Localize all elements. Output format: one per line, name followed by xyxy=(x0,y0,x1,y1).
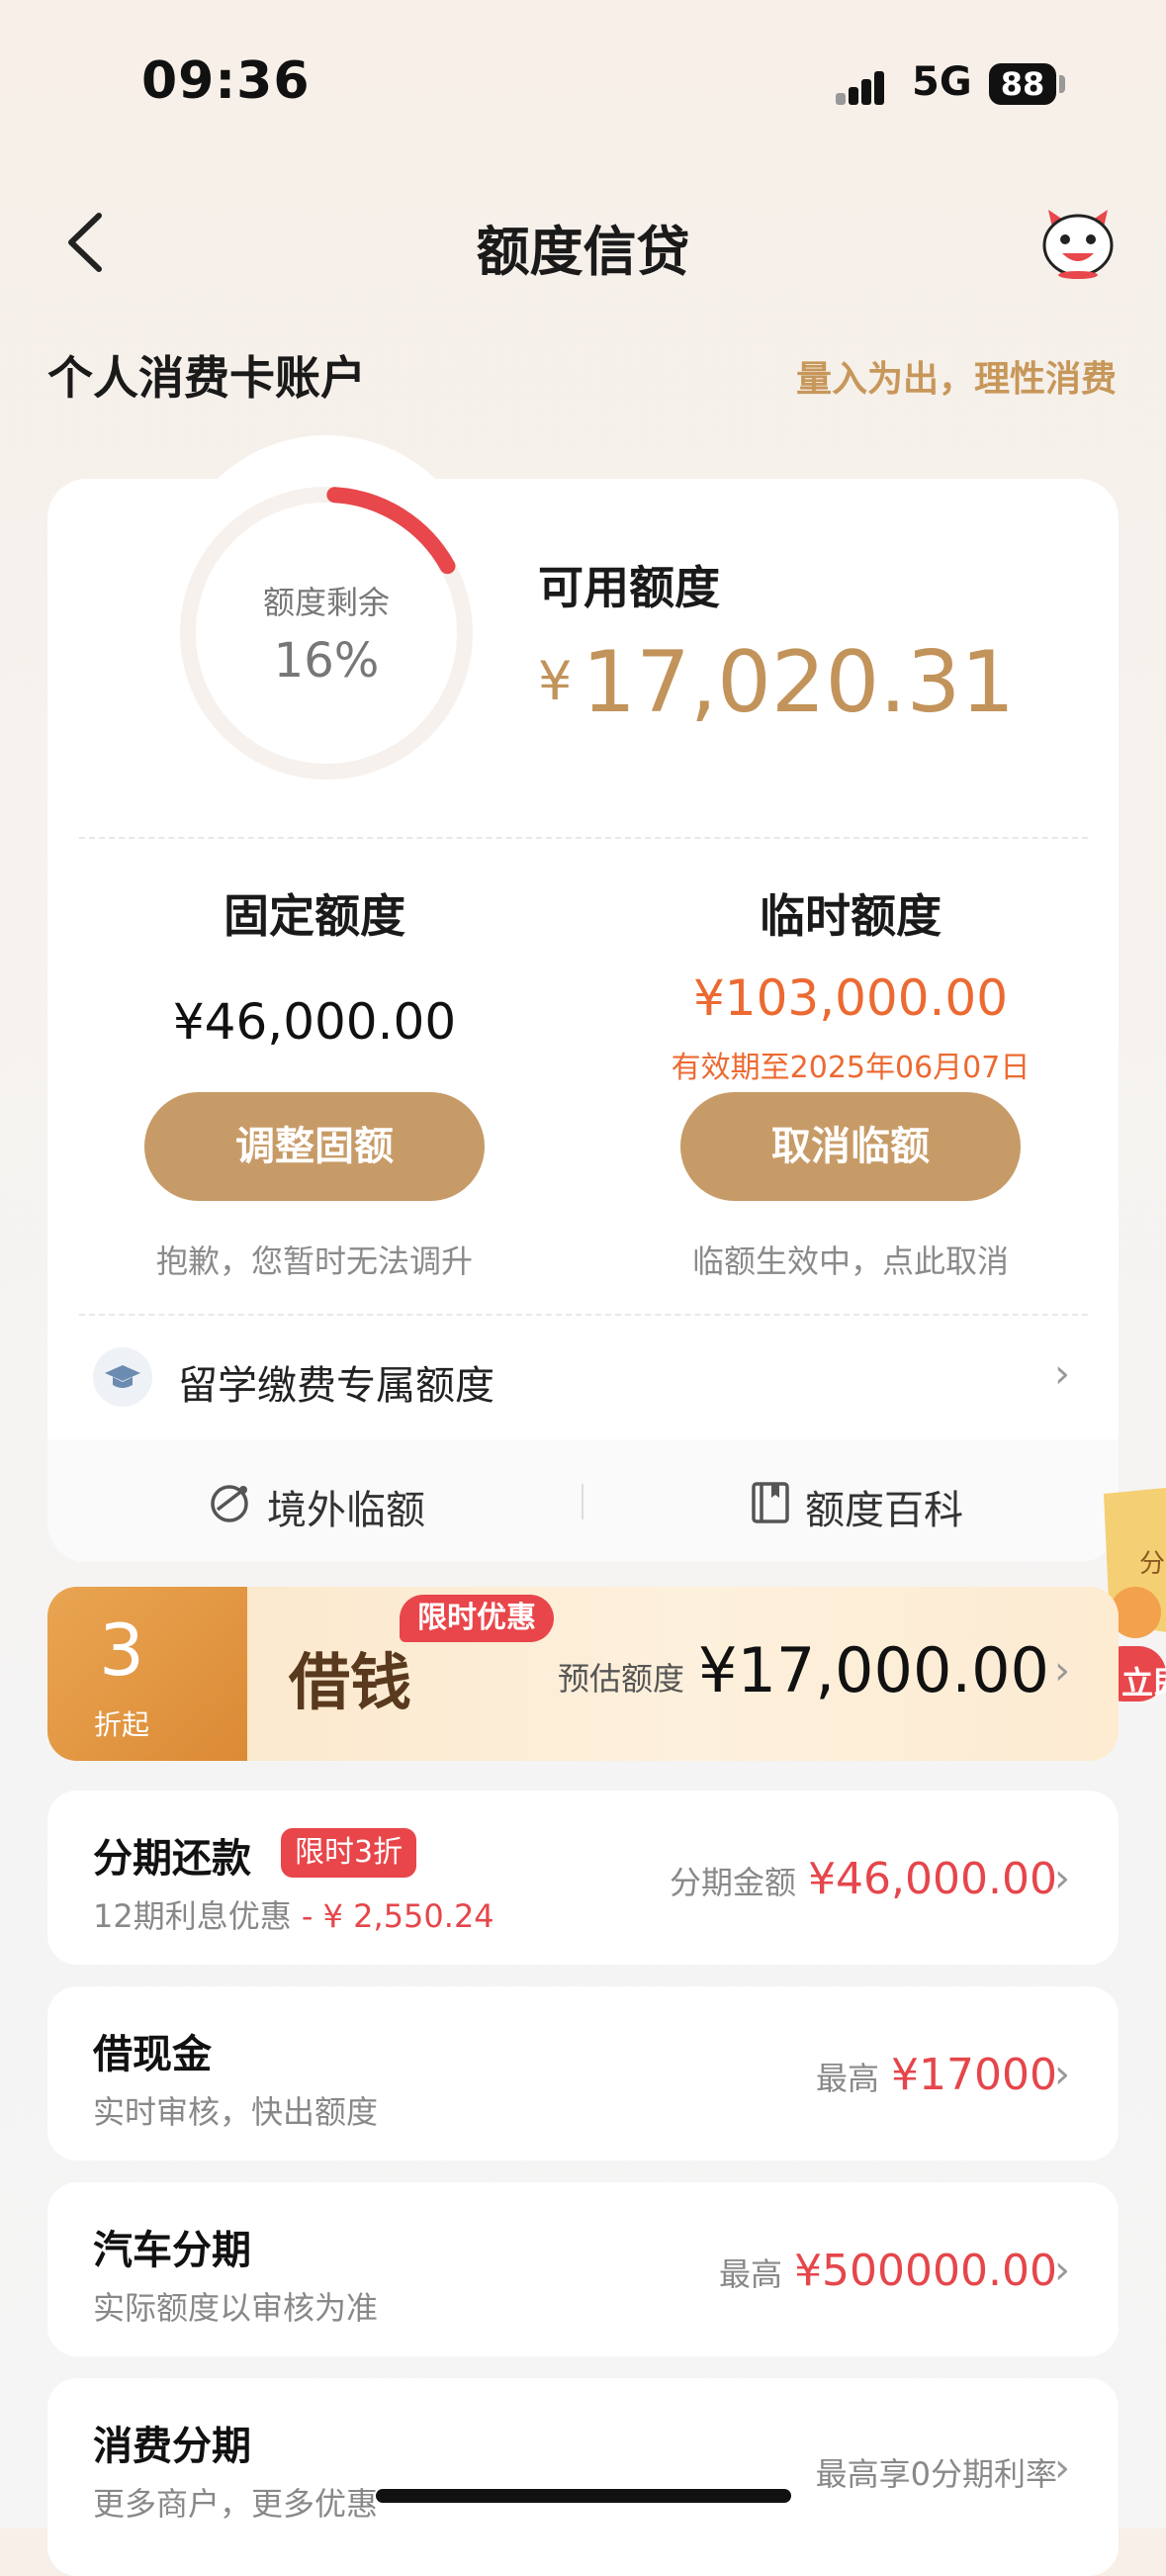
row-right: 分期金额 ¥46,000.00 xyxy=(670,1854,1057,1904)
row-subtitle-text: 12期利息优惠 xyxy=(93,1897,292,1935)
row-title: 消费分期 xyxy=(93,2424,251,2469)
adjust-fixed-button[interactable]: 调整固额 xyxy=(144,1092,485,1201)
discount-number: 3 xyxy=(99,1609,144,1692)
row-title: 分期还款 xyxy=(93,1836,251,1882)
chevron-right-icon[interactable]: › xyxy=(1054,2052,1070,2097)
estimated-amount: ¥17,000.00 xyxy=(698,1634,1049,1706)
row-title: 汽车分期 xyxy=(93,2228,251,2273)
row-right-value: ¥500000.00 xyxy=(794,2246,1057,2296)
row-right-label: 最高 xyxy=(816,2060,880,2097)
signal-icon xyxy=(836,65,895,105)
row-title: 借现金 xyxy=(93,2032,212,2077)
row-right-label: 分期金额 xyxy=(670,1864,797,1901)
study-abroad-limit[interactable]: 留学缴费专属额度 xyxy=(178,1353,494,1411)
row-right-label: 最高 xyxy=(719,2255,783,2293)
remaining-ring-arc xyxy=(326,487,456,575)
page-title: 额度信贷 xyxy=(476,221,690,283)
graduation-cap-icon xyxy=(93,1347,152,1407)
row-subtitle: 实时审核，快出额度 xyxy=(93,2093,379,2131)
home-indicator xyxy=(376,2489,791,2503)
status-time: 09:36 xyxy=(141,51,311,111)
promo-tag: 限时3折 xyxy=(281,1828,417,1878)
fixed-limit-title: 固定额度 xyxy=(224,889,405,943)
row-subtitle-discount: - ¥ 2,550.24 xyxy=(291,1897,494,1935)
available-label: 可用额度 xyxy=(538,561,720,614)
ring-label: 额度剩余 xyxy=(262,584,390,621)
footer-separator xyxy=(582,1484,583,1519)
ring-percent: 16% xyxy=(273,633,380,689)
cancel-temp-button[interactable]: 取消临额 xyxy=(680,1092,1021,1201)
row-subtitle: 12期利息优惠 - ¥ 2,550.24 xyxy=(93,1891,494,1937)
row-right-label: 最高享0分期利率 xyxy=(815,2455,1057,2493)
chevron-right-icon[interactable]: › xyxy=(1054,2445,1070,2491)
row-right: 最高 ¥500000.00 xyxy=(719,2246,1057,2296)
currency-symbol: ¥ xyxy=(538,650,573,712)
row-subtitle: 更多商户，更多优惠 xyxy=(93,2485,379,2523)
chevron-right-icon[interactable]: › xyxy=(1054,1648,1070,1694)
borrow-title: 借钱 xyxy=(289,1646,412,1718)
estimated-label: 预估额度 xyxy=(558,1660,685,1698)
divider xyxy=(79,837,1088,839)
account-name: 个人消费卡账户 xyxy=(47,351,366,405)
available-value: 17,020.31 xyxy=(582,633,1016,732)
row-right-value: ¥17000 xyxy=(891,2050,1057,2100)
battery-icon: 88 xyxy=(989,63,1056,105)
available-amount: ¥17,020.31 xyxy=(538,633,1015,732)
divider xyxy=(79,1314,1088,1316)
limited-offer-tag: 限时优惠 xyxy=(400,1595,554,1642)
limit-wiki-link[interactable]: 额度百科 xyxy=(805,1478,963,1535)
side-promo-top: 分 xyxy=(1139,1549,1166,1579)
overseas-limit-link[interactable]: 境外临额 xyxy=(267,1478,425,1535)
network-type: 5G xyxy=(912,59,972,105)
temp-hint[interactable]: 临额生效中，点此取消 xyxy=(583,1237,1118,1282)
row-subtitle: 实际额度以审核为准 xyxy=(93,2289,379,2327)
temp-limit-title: 临时额度 xyxy=(760,889,942,943)
fixed-limit-amount: ¥46,000.00 xyxy=(172,993,457,1051)
temp-limit-amount: ¥103,000.00 xyxy=(692,969,1009,1027)
mascot-icon[interactable] xyxy=(1038,206,1118,279)
temp-limit-expiry: 有效期至2025年06月07日 xyxy=(671,1051,1031,1085)
fixed-hint: 抱歉，您暂时无法调升 xyxy=(155,1242,473,1280)
chevron-right-icon[interactable]: › xyxy=(1054,1856,1070,1901)
chevron-right-icon[interactable]: › xyxy=(1054,1351,1070,1397)
overseas-limit-icon xyxy=(208,1480,253,1525)
side-promo-bottom: 立即 xyxy=(1121,1664,1166,1702)
battery-tip xyxy=(1059,75,1065,93)
slogan: 量入为出，理性消费 xyxy=(795,359,1117,400)
book-icon xyxy=(748,1480,793,1525)
row-right: 最高 ¥17000 xyxy=(816,2050,1057,2100)
chevron-right-icon[interactable]: › xyxy=(1054,2248,1070,2293)
row-right-value: ¥46,000.00 xyxy=(808,1854,1057,1904)
discount-text: 折起 xyxy=(93,1708,149,1741)
